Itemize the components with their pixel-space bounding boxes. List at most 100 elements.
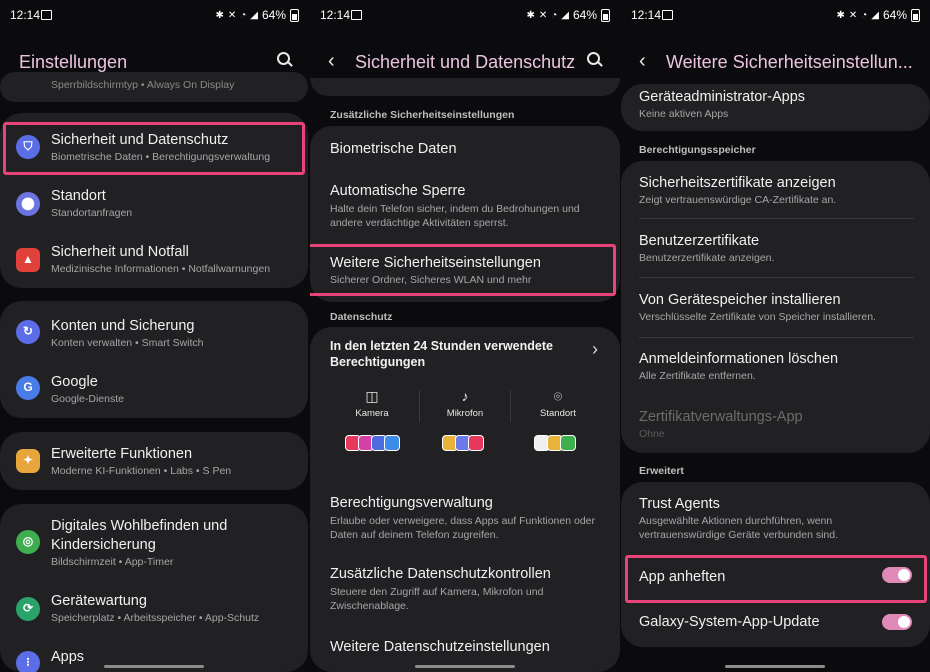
location-pin-icon: ⌾: [553, 388, 563, 404]
app-icon: [560, 435, 576, 451]
section-header: Erweitert: [639, 465, 684, 477]
card-accounts: ↻ Konten und Sicherung Konten verwalten …: [0, 301, 308, 418]
status-time: 12:14: [10, 8, 41, 22]
item-subtitle: Steuere den Zugriff auf Kamera, Mikrofon…: [330, 586, 544, 598]
nav-handle[interactable]: [725, 665, 825, 668]
settings-item-safety-emergency[interactable]: ▲ Sicherheit und Notfall Medizinische In…: [0, 231, 308, 287]
item-subtitle: Standortanfragen: [51, 207, 133, 219]
item-title: Sicherheitszertifikate anzeigen: [639, 175, 836, 191]
item-subtitle: Moderne KI-Funktionen • Labs • S Pen: [51, 465, 232, 477]
item-clear-credentials[interactable]: Anmeldeinformationen löschen Alle Zertif…: [621, 338, 930, 397]
back-arrow-icon[interactable]: ‹: [639, 50, 646, 73]
perm-camera[interactable]: ◫ Kamera: [332, 388, 412, 419]
item-trust-agents[interactable]: Trust Agents Ausgewählte Aktionen durchf…: [621, 482, 930, 552]
gallery-notification-icon: [662, 10, 673, 20]
highlight-frame: [3, 122, 305, 175]
section-header: Zusätzliche Sicherheitseinstellungen: [330, 109, 515, 121]
item-subtitle: Bildschirmzeit • App-Timer: [51, 556, 174, 568]
gallery-notification-icon: [351, 10, 362, 20]
item-title: Zertifikatverwaltungs-App: [639, 409, 803, 425]
nav-handle[interactable]: [415, 665, 515, 668]
item-more-privacy-settings[interactable]: Weitere Datenschutzeinstellungen: [310, 633, 620, 669]
item-title: In den letzten 24 Stunden verwendete: [330, 339, 553, 353]
item-subtitle-line2: vertrauenswürdige Geräte verbunden sind.: [639, 529, 839, 541]
item-device-admin-apps[interactable]: Geräteadministrator-Apps Keine aktiven A…: [621, 84, 930, 131]
item-title: Erweiterte Funktionen: [51, 446, 193, 462]
card-wellbeing: ◎ Digitales Wohlbefinden und Kindersiche…: [0, 504, 308, 672]
battery-icon: [911, 8, 920, 22]
item-subtitle-line2: Daten auf deinem Telefon zugreifen.: [330, 529, 499, 541]
divider: [419, 390, 420, 422]
settings-item-google[interactable]: G Google Google-Dienste: [0, 359, 308, 417]
status-time: 12:14: [631, 8, 662, 22]
bluetooth-icon: ✱: [836, 9, 845, 21]
signal-icon: ◢: [561, 9, 569, 21]
item-subtitle: Keine aktiven Apps: [639, 108, 729, 120]
item-install-from-storage[interactable]: Von Gerätespeicher installieren Verschlü…: [621, 278, 930, 337]
partial-item-subtitle: Sperrbildschirmtyp • Always On Display: [51, 79, 235, 91]
item-title: Automatische Sperre: [330, 183, 466, 199]
item-title: Berechtigungsverwaltung: [330, 495, 493, 511]
bluetooth-icon: ✱: [526, 9, 535, 21]
item-title: Anmeldeinformationen löschen: [639, 351, 839, 367]
page-title: Sicherheit und Datenschutz: [355, 52, 576, 72]
galaxy-update-toggle[interactable]: [882, 614, 912, 630]
item-title: Sicherheit und Notfall: [51, 244, 189, 260]
bluetooth-icon: ✱: [215, 9, 224, 21]
item-title: Konten und Sicherung: [51, 318, 195, 334]
item-biometrics[interactable]: Biometrische Daten: [310, 126, 620, 172]
nav-handle[interactable]: [104, 665, 204, 668]
page-title: Einstellungen: [19, 52, 128, 72]
divider: [510, 390, 511, 422]
item-subtitle-line2: Zwischenablage.: [330, 600, 409, 612]
settings-item-device-care[interactable]: ⟳ Gerätewartung Speicherplatz • Arbeitss…: [0, 580, 308, 638]
google-icon: G: [16, 376, 40, 400]
item-title: Weitere Datenschutzeinstellungen: [330, 639, 550, 655]
item-title: Von Gerätespeicher installieren: [639, 292, 841, 308]
settings-item-advanced-features[interactable]: ✦ Erweiterte Funktionen Moderne KI-Funkt…: [0, 432, 308, 490]
status-time: 12:14: [320, 8, 351, 22]
item-user-certs[interactable]: Benutzerzertifikate Benutzerzertifikate …: [621, 219, 930, 277]
settings-item-location[interactable]: ⬤ Standort Standortanfragen: [0, 175, 308, 231]
mute-icon: ✕: [848, 9, 858, 21]
item-additional-privacy-controls[interactable]: Zusätzliche Datenschutzkontrollen Steuer…: [310, 561, 620, 625]
status-bar: 12:14 ✱ ✕ ◔ ◢ 64%: [631, 7, 920, 23]
item-auto-lock[interactable]: Automatische Sperre Halte dein Telefon s…: [310, 172, 620, 238]
battery-percent: 64%: [261, 8, 286, 22]
item-subtitle: Google-Dienste: [51, 393, 124, 405]
search-icon[interactable]: [277, 52, 293, 67]
item-view-security-certs[interactable]: Sicherheitszertifikate anzeigen Zeigt ve…: [621, 161, 930, 218]
section-header: Berechtigungsspeicher: [639, 144, 756, 156]
emergency-icon: ▲: [16, 248, 40, 272]
item-title-line2: Berechtigungen: [330, 355, 426, 369]
highlight-frame: [310, 244, 616, 296]
item-title: Geräteadministrator-Apps: [639, 89, 806, 105]
battery-icon: [601, 8, 610, 22]
perm-location[interactable]: ⌾ Standort: [518, 388, 598, 419]
item-title: Digitales Wohlbefinden und: [51, 518, 228, 534]
location-pin-icon: ⬤: [16, 192, 40, 216]
back-arrow-icon[interactable]: ‹: [328, 50, 335, 73]
section-header: Datenschutz: [330, 311, 393, 323]
item-subtitle: Speicherplatz • Arbeitsspeicher • App-Sc…: [51, 612, 260, 624]
item-galaxy-system-app-update[interactable]: Galaxy-System-App-Update: [621, 604, 930, 644]
search-icon[interactable]: [587, 52, 603, 67]
perm-microphone[interactable]: ♪ Mikrofon: [425, 388, 505, 419]
item-title: Zusätzliche Datenschutzkontrollen: [330, 566, 551, 582]
battery-icon: [290, 8, 299, 22]
settings-item-digital-wellbeing[interactable]: ◎ Digitales Wohlbefinden und Kindersiche…: [0, 504, 308, 580]
settings-item-accounts-backup[interactable]: ↻ Konten und Sicherung Konten verwalten …: [0, 301, 308, 359]
item-permission-manager[interactable]: Berechtigungsverwaltung Erlaube oder ver…: [310, 489, 620, 549]
item-subtitle: Ohne: [639, 428, 665, 440]
item-subtitle-line2: andere verdächtige Aktivitäten sperrst.: [330, 217, 509, 229]
wifi-icon: ◔: [551, 9, 558, 21]
settings-panel: 12:14 ✱ ✕ ◔ ◢ 64% Einstellungen Sperrbil…: [0, 0, 309, 672]
wifi-icon: ◔: [861, 9, 868, 21]
app-icon: [468, 435, 484, 451]
status-bar: 12:14 ✱ ✕ ◔ ◢ 64%: [10, 7, 299, 23]
item-subtitle: Benutzerzertifikate anzeigen.: [639, 252, 775, 264]
perm-label: Kamera: [355, 408, 389, 419]
card-credential-storage: Sicherheitszertifikate anzeigen Zeigt ve…: [621, 161, 930, 453]
perm-label: Mikrofon: [446, 408, 484, 419]
item-title: Standort: [51, 188, 106, 204]
